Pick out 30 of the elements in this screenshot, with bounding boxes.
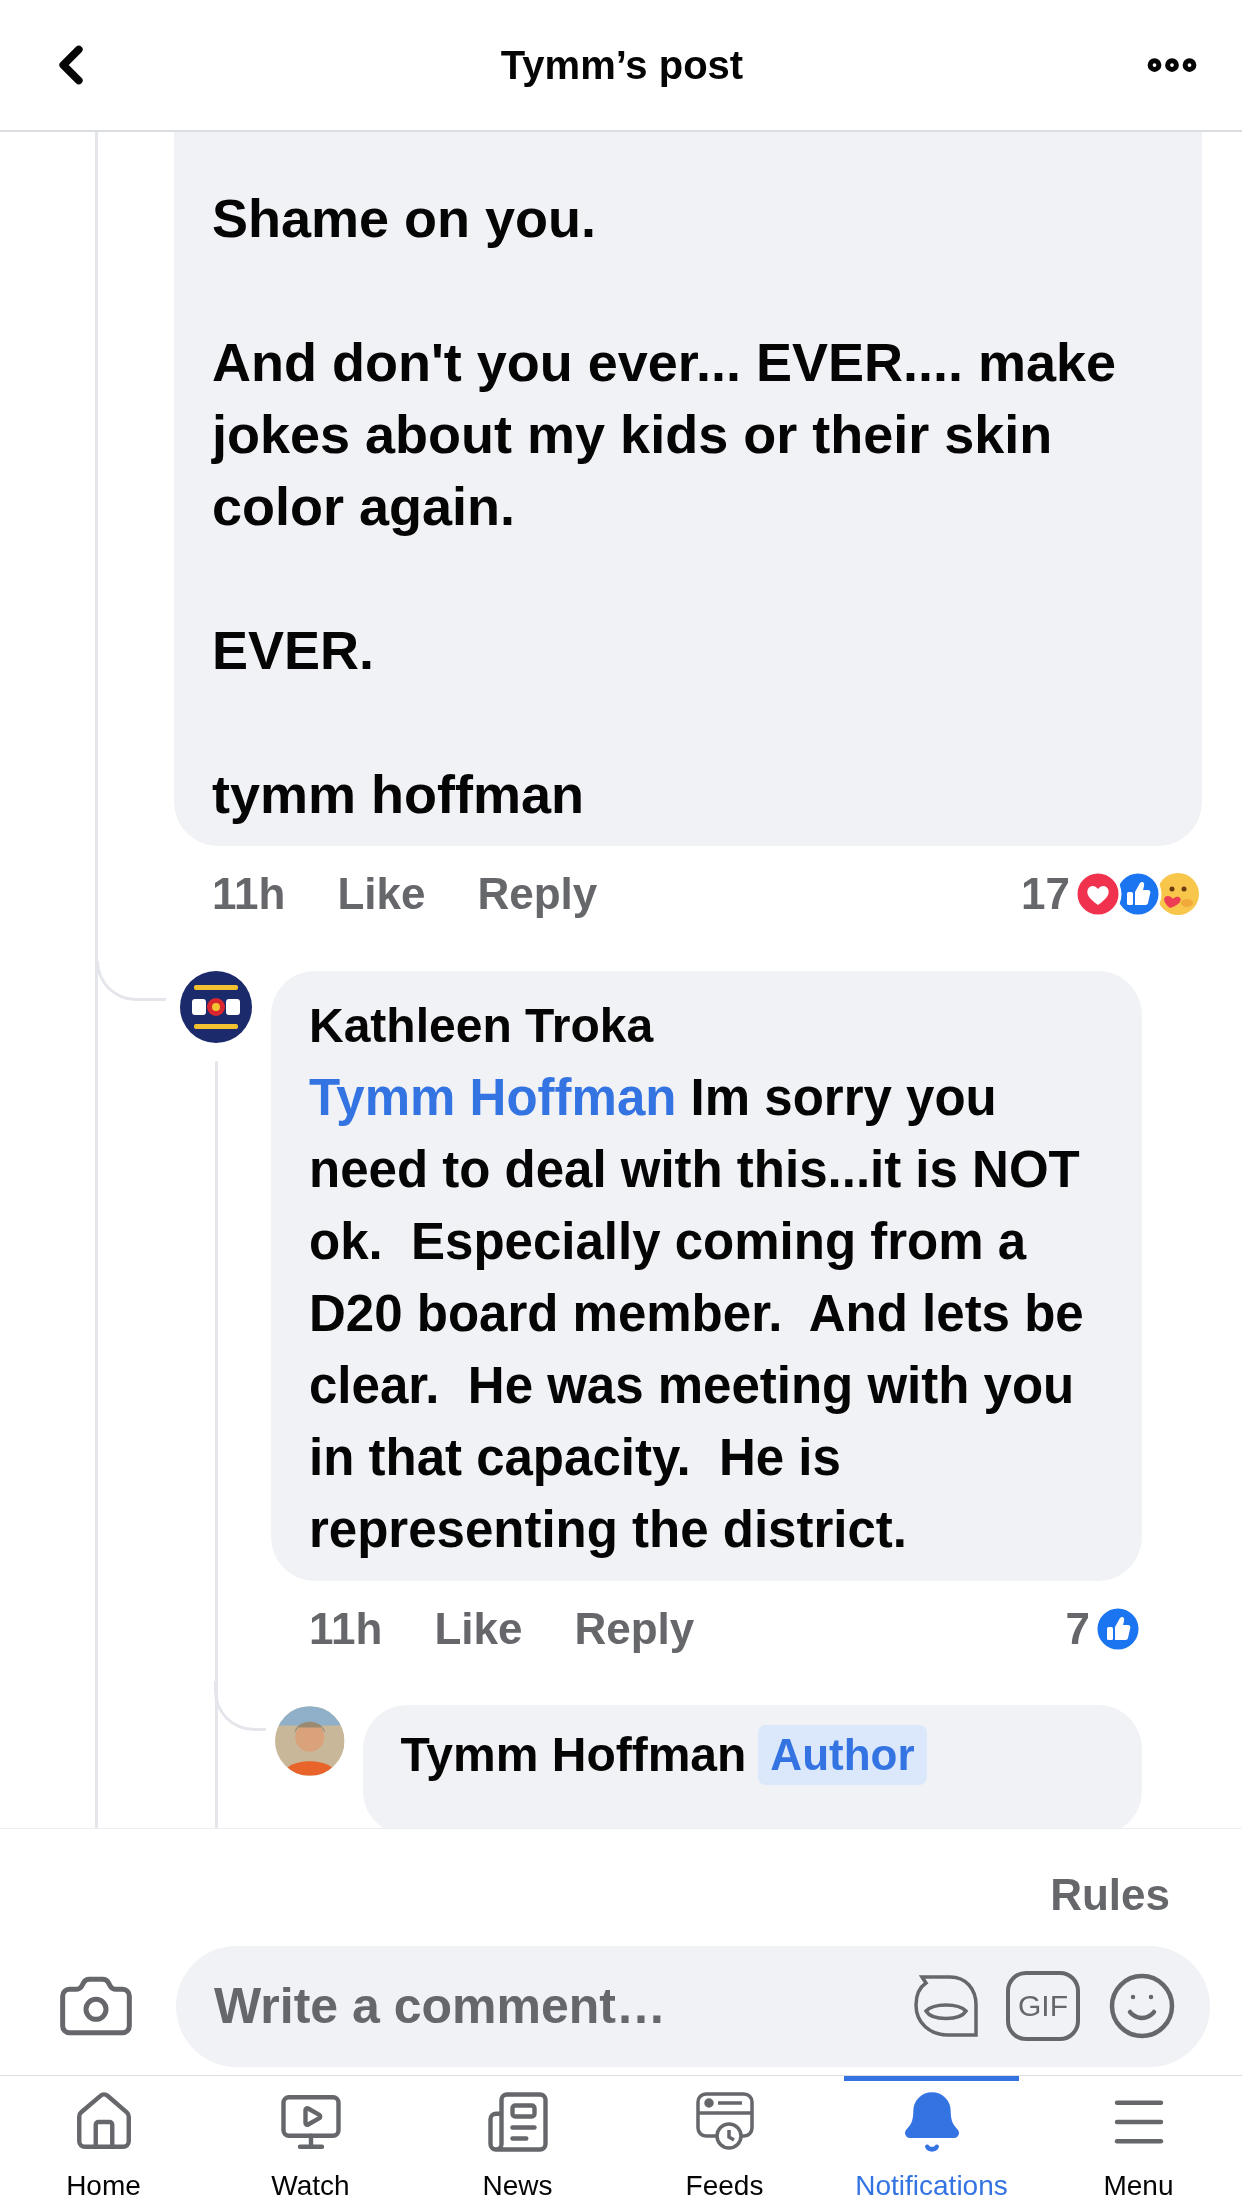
like-link[interactable]: Like	[434, 1604, 523, 1654]
mention-link[interactable]: Tymm Hoffman	[309, 1069, 677, 1126]
nav-tab[interactable]: Notifications	[844, 2076, 1019, 2208]
comment-text: tymm hoffman	[212, 763, 585, 826]
like-link[interactable]: Like	[337, 869, 426, 919]
comment-text: Tymm Hoffman Im sorry you need to deal with this...it is NOT ok. Especially coming from a D20 board member. And lets be clear. He was meeting with you in that capacity. He is representing the district.	[309, 1068, 1085, 1560]
nav-tab[interactable]: Menu	[1051, 2076, 1226, 2208]
comment-time: 11h	[309, 1604, 383, 1654]
nav-tab[interactable]: Watch	[223, 2076, 398, 2208]
comment-author[interactable]: Tymm Hoffman	[400, 1719, 747, 1791]
comment-author[interactable]: Kathleen Troka	[309, 990, 1118, 1062]
page-title: Tymm’s post	[500, 42, 744, 88]
rules-link[interactable]: Rules	[1050, 1865, 1170, 1925]
reply-link[interactable]: Reply	[574, 1604, 695, 1654]
comment-text: EVER.	[212, 619, 376, 682]
comment-time: 11h	[212, 869, 286, 919]
reply-link[interactable]: Reply	[477, 869, 598, 919]
author-badge: Author	[758, 1725, 927, 1785]
avatar[interactable]	[180, 971, 252, 1043]
comment-text: Shame on you.	[212, 187, 598, 250]
nav-tab[interactable]: Feeds	[637, 2076, 812, 2208]
gif-button[interactable]: GIF	[1006, 1971, 1080, 2041]
reaction-count[interactable]: 17	[1021, 869, 1202, 919]
like-reaction-icon	[1094, 1605, 1142, 1653]
comment-input-field[interactable]: Write a comment… GIF	[176, 1945, 1210, 2067]
comment-text: And don't you ever... EVER.... make jokes about my kids or their skin color again.	[212, 331, 1118, 538]
reaction-count[interactable]: 7	[1065, 1604, 1142, 1654]
nav-tab[interactable]: News	[430, 2076, 605, 2208]
nav-tab[interactable]: Home	[16, 2076, 191, 2208]
love-reaction-icon	[1074, 870, 1122, 918]
